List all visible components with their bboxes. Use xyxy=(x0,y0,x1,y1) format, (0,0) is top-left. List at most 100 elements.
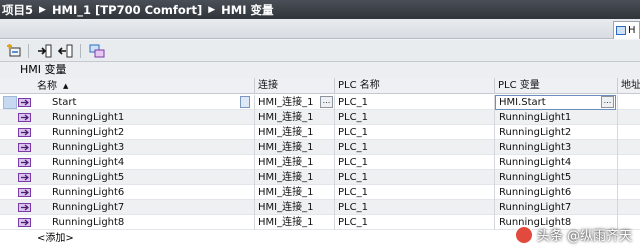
cell-plc-tag[interactable]: RunningLight2 xyxy=(496,125,600,140)
cell-name[interactable]: RunningLight3 xyxy=(49,140,229,155)
breadcrumb-separator-icon: ▶ xyxy=(208,4,216,15)
cell-name[interactable]: Start xyxy=(49,95,229,110)
cell-plc-name[interactable]: PLC_1 xyxy=(335,125,493,140)
cell-plc-tag[interactable]: HMI.Start xyxy=(496,95,600,110)
hmi-tag-icon xyxy=(18,188,31,197)
cell-name[interactable]: RunningLight8 xyxy=(49,215,229,230)
breadcrumb: 项目5 ▶ HMI_1 [TP700 Comfort] ▶ HMI 变量 xyxy=(0,0,640,19)
import-button[interactable] xyxy=(56,42,75,60)
column-header-plc-tag[interactable]: PLC 变量 xyxy=(494,78,617,94)
cell-address[interactable] xyxy=(618,125,640,140)
column-divider xyxy=(494,125,495,140)
cell-connection[interactable]: HMI_连接_1 xyxy=(255,185,321,200)
column-divider xyxy=(494,215,495,230)
column-divider xyxy=(494,140,495,155)
column-divider xyxy=(494,170,495,185)
cell-connection[interactable]: HMI_连接_1 xyxy=(255,125,321,140)
row-selected-marker xyxy=(3,96,17,109)
import-icon xyxy=(57,44,72,57)
cell-name[interactable]: RunningLight6 xyxy=(49,185,229,200)
cell-plc-name[interactable]: PLC_1 xyxy=(335,200,493,215)
tag-settings-button[interactable] xyxy=(87,42,106,60)
watermark-text: 头条 @纵雨齐天 xyxy=(536,229,632,244)
cell-connection[interactable]: HMI_连接_1 xyxy=(255,200,321,215)
tag-settings-icon xyxy=(89,44,104,57)
cell-address[interactable] xyxy=(618,140,640,155)
cell-address[interactable] xyxy=(618,200,640,215)
table-row[interactable]: RunningLight4 HMI_连接_1 PLC_1 RunningLight4 xyxy=(0,155,640,170)
cell-address[interactable] xyxy=(618,170,640,185)
tab-hmi-tags[interactable]: H xyxy=(613,21,640,39)
add-tag-icon xyxy=(6,43,20,56)
cell-plc-tag[interactable]: RunningLight5 xyxy=(496,170,600,185)
add-row-label[interactable]: <添加> xyxy=(34,231,74,246)
cell-connection[interactable]: HMI_连接_1 xyxy=(255,215,321,230)
export-button[interactable] xyxy=(35,42,54,60)
breadcrumb-device[interactable]: HMI_1 [TP700 Comfort] xyxy=(52,3,202,17)
hmi-tag-icon xyxy=(18,218,31,227)
cell-connection[interactable]: HMI_连接_1 xyxy=(255,140,321,155)
hmi-tag-icon xyxy=(18,173,31,182)
cell-plc-name[interactable]: PLC_1 xyxy=(335,95,493,110)
hmi-tag-icon xyxy=(18,143,31,152)
column-divider xyxy=(494,110,495,125)
cell-name[interactable]: RunningLight2 xyxy=(49,125,229,140)
cell-plc-tag[interactable]: RunningLight6 xyxy=(496,185,600,200)
cell-address[interactable] xyxy=(618,110,640,125)
table-row[interactable]: RunningLight7 HMI_连接_1 PLC_1 RunningLight7 xyxy=(0,200,640,215)
breadcrumb-project[interactable]: 项目5 xyxy=(2,2,33,18)
hmi-tag-icon xyxy=(18,98,31,107)
cell-connection[interactable]: HMI_连接_1 xyxy=(255,170,321,185)
breadcrumb-separator-icon: ▶ xyxy=(39,4,46,15)
column-divider xyxy=(494,200,495,215)
table-row[interactable]: Start HMI_连接_1... PLC_1 HMI.Start... xyxy=(0,95,640,110)
cell-plc-tag[interactable]: RunningLight3 xyxy=(496,140,600,155)
cell-name[interactable]: RunningLight7 xyxy=(49,200,229,215)
table-row[interactable]: RunningLight2 HMI_连接_1 PLC_1 RunningLight2 xyxy=(0,125,640,140)
cell-plc-name[interactable]: PLC_1 xyxy=(335,185,493,200)
cell-plc-tag[interactable]: RunningLight4 xyxy=(496,155,600,170)
column-header-address[interactable]: 地址 xyxy=(617,78,640,94)
cell-address[interactable] xyxy=(618,185,640,200)
section-title: HMI 变量 xyxy=(0,62,640,78)
cell-connection[interactable]: HMI_连接_1 xyxy=(255,155,321,170)
name-picker-button[interactable] xyxy=(240,96,250,108)
table-row[interactable]: RunningLight3 HMI_连接_1 PLC_1 RunningLight3 xyxy=(0,140,640,155)
table-row[interactable]: RunningLight1 HMI_连接_1 PLC_1 RunningLight1 xyxy=(0,110,640,125)
cell-name[interactable]: RunningLight5 xyxy=(49,170,229,185)
add-tag-button[interactable] xyxy=(4,42,23,60)
toolbar-separator xyxy=(80,43,81,58)
cell-plc-tag[interactable]: RunningLight1 xyxy=(496,110,600,125)
table-row[interactable]: RunningLight5 HMI_连接_1 PLC_1 RunningLight5 xyxy=(0,170,640,185)
cell-plc-name[interactable]: PLC_1 xyxy=(335,215,493,230)
cell-plc-name[interactable]: PLC_1 xyxy=(335,140,493,155)
column-header-connection[interactable]: 连接 xyxy=(254,78,334,94)
cell-plc-name[interactable]: PLC_1 xyxy=(335,155,493,170)
tag-table-icon xyxy=(616,26,626,35)
breadcrumb-editor[interactable]: HMI 变量 xyxy=(221,2,273,18)
hmi-tag-editor: 项目5 ▶ HMI_1 [TP700 Comfort] ▶ HMI 变量 H H… xyxy=(0,0,640,250)
hmi-tag-icon xyxy=(18,158,31,167)
cell-plc-name[interactable]: PLC_1 xyxy=(335,110,493,125)
toolbar xyxy=(0,40,640,62)
editor-tab-strip: H xyxy=(0,19,640,39)
hmi-tag-icon xyxy=(18,203,31,212)
cell-connection[interactable]: HMI_连接_1 xyxy=(255,110,321,125)
cell-name[interactable]: RunningLight4 xyxy=(49,155,229,170)
table-row[interactable]: RunningLight6 HMI_连接_1 PLC_1 RunningLight6 xyxy=(0,185,640,200)
tab-label: H xyxy=(628,25,636,36)
cell-plc-tag[interactable]: RunningLight7 xyxy=(496,200,600,215)
toolbar-separator xyxy=(28,43,29,58)
cell-address[interactable] xyxy=(618,155,640,170)
plc-tag-browse-button[interactable]: ... xyxy=(601,96,614,108)
hmi-tag-icon xyxy=(18,113,31,122)
cell-plc-name[interactable]: PLC_1 xyxy=(335,170,493,185)
column-header-name[interactable]: 名称 ▲ xyxy=(34,78,254,94)
cell-address[interactable] xyxy=(618,95,640,110)
sort-ascending-icon: ▲ xyxy=(63,82,69,90)
table-header: 名称 ▲ 连接 PLC 名称 PLC 变量 地址 xyxy=(0,78,640,94)
connection-browse-button[interactable]: ... xyxy=(320,96,333,108)
cell-connection[interactable]: HMI_连接_1 xyxy=(255,95,321,110)
cell-name[interactable]: RunningLight1 xyxy=(49,110,229,125)
column-header-plc-name[interactable]: PLC 名称 xyxy=(334,78,494,94)
